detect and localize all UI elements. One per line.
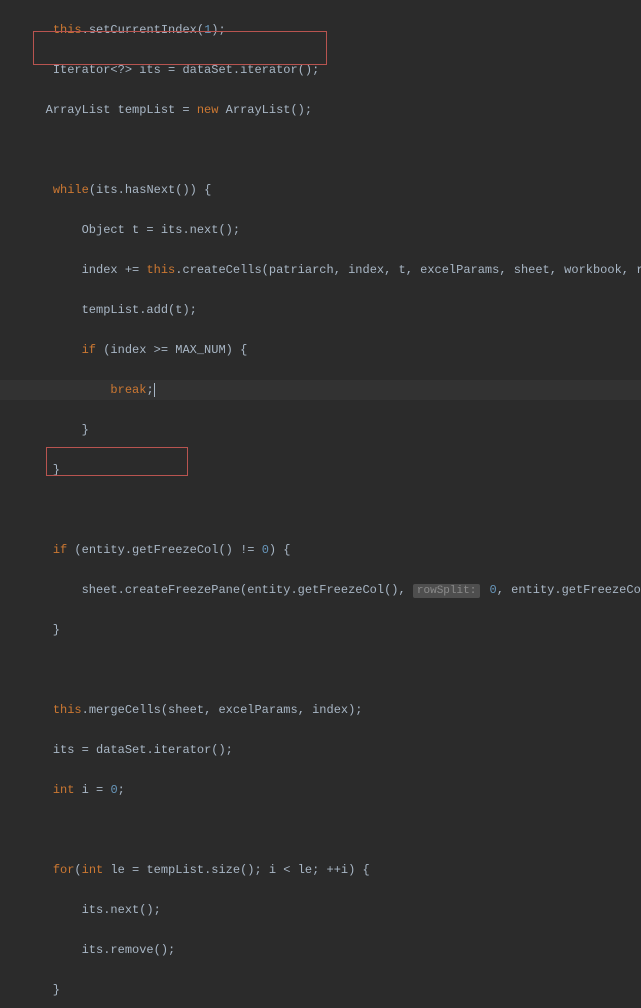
var: its	[96, 183, 118, 197]
var: le	[110, 863, 124, 877]
code-line: sheet.createFreezePane(entity.getFreezeC…	[0, 580, 641, 600]
code-line: }	[0, 620, 641, 640]
var: its	[82, 943, 104, 957]
code-line	[0, 140, 641, 160]
var: tempList	[82, 303, 140, 317]
code-line: this.mergeCells(sheet, excelParams, inde…	[0, 700, 641, 720]
arg: rowH	[636, 263, 641, 277]
var: entity	[247, 583, 290, 597]
kw-for: for	[53, 863, 75, 877]
code-line-current: break;	[0, 380, 641, 400]
kw-if: if	[82, 343, 96, 357]
arg: t	[399, 263, 406, 277]
code-line: }	[0, 460, 641, 480]
num-lit: 0	[490, 583, 497, 597]
code-line: its.next();	[0, 900, 641, 920]
code-line	[0, 500, 641, 520]
arg: sheet	[514, 263, 550, 277]
code-line: Iterator<?> its = dataSet.iterator();	[0, 60, 641, 80]
code-line: Object t = its.next();	[0, 220, 641, 240]
method-call: getFreezeCol	[298, 583, 384, 597]
var: index	[110, 343, 146, 357]
arg: index	[312, 703, 348, 717]
var: i	[269, 863, 276, 877]
code-line: }	[0, 980, 641, 1000]
arg: t	[175, 303, 182, 317]
method-call: hasNext	[125, 183, 175, 197]
code-line: if (index >= MAX_NUM) {	[0, 340, 641, 360]
var: entity	[82, 543, 125, 557]
code-line: its.remove();	[0, 940, 641, 960]
method-call: createFreezePane	[125, 583, 240, 597]
num-lit: 0	[110, 783, 117, 797]
code-line	[0, 820, 641, 840]
kw-int: int	[53, 783, 75, 797]
code-line: its = dataSet.iterator();	[0, 740, 641, 760]
kw-if: if	[53, 543, 67, 557]
kw-new: new	[197, 103, 219, 117]
type-ref: Iterator	[53, 63, 111, 77]
num-lit: 0	[262, 543, 269, 557]
kw-break: break	[110, 383, 146, 397]
method-call: next	[110, 903, 139, 917]
arg: excelParams	[218, 703, 297, 717]
type-ref: ArrayList	[46, 103, 111, 117]
code-line: index += this.createCells(patriarch, ind…	[0, 260, 641, 280]
method-call: mergeCells	[89, 703, 161, 717]
method-call: next	[190, 223, 219, 237]
arg: patriarch	[269, 263, 334, 277]
var: dataSet	[182, 63, 232, 77]
method-call: iterator	[240, 63, 298, 77]
code-line: this.setCurrentIndex(1);	[0, 20, 641, 40]
var: sheet	[82, 583, 118, 597]
ctor: ArrayList	[226, 103, 291, 117]
var: its	[53, 743, 75, 757]
arg: sheet	[168, 703, 204, 717]
arg: excelParams	[420, 263, 499, 277]
code-line: int i = 0;	[0, 780, 641, 800]
method-call: getFreezeCol	[562, 583, 641, 597]
var: dataSet	[96, 743, 146, 757]
var: t	[132, 223, 139, 237]
method-call: getFreezeCol	[132, 543, 218, 557]
param-hint: rowSplit:	[413, 584, 480, 598]
var: its	[82, 903, 104, 917]
method-call: createCells	[182, 263, 261, 277]
kw-this: this	[53, 23, 82, 37]
method-call: remove	[110, 943, 153, 957]
method-call: add	[146, 303, 168, 317]
kw-int: int	[82, 863, 104, 877]
method-call: size	[211, 863, 240, 877]
var: its	[161, 223, 183, 237]
type-ref: Object	[82, 223, 125, 237]
text-cursor	[154, 383, 155, 397]
generic: ?	[118, 63, 125, 77]
code-line: while(its.hasNext()) {	[0, 180, 641, 200]
arg: index	[348, 263, 384, 277]
const: MAX_NUM	[175, 343, 225, 357]
code-line	[0, 660, 641, 680]
kw-while: while	[53, 183, 89, 197]
code-line: ArrayList tempList = new ArrayList();	[0, 100, 641, 120]
var: index	[82, 263, 118, 277]
expr: ++i	[327, 863, 349, 877]
var: its	[139, 63, 161, 77]
kw-this: this	[53, 703, 82, 717]
var: i	[82, 783, 89, 797]
method-call: setCurrentIndex	[89, 23, 197, 37]
var: entity	[511, 583, 554, 597]
var: le	[298, 863, 312, 877]
code-line: tempList.add(t);	[0, 300, 641, 320]
num-lit: 1	[204, 23, 211, 37]
kw-this: this	[146, 263, 175, 277]
method-call: iterator	[154, 743, 212, 757]
var: tempList	[118, 103, 176, 117]
code-line: }	[0, 420, 641, 440]
var: tempList	[146, 863, 204, 877]
code-line: for(int le = tempList.size(); i < le; ++…	[0, 860, 641, 880]
arg: workbook	[564, 263, 622, 277]
code-line: if (entity.getFreezeCol() != 0) {	[0, 540, 641, 560]
code-editor[interactable]: this.setCurrentIndex(1); Iterator<?> its…	[0, 0, 641, 1008]
